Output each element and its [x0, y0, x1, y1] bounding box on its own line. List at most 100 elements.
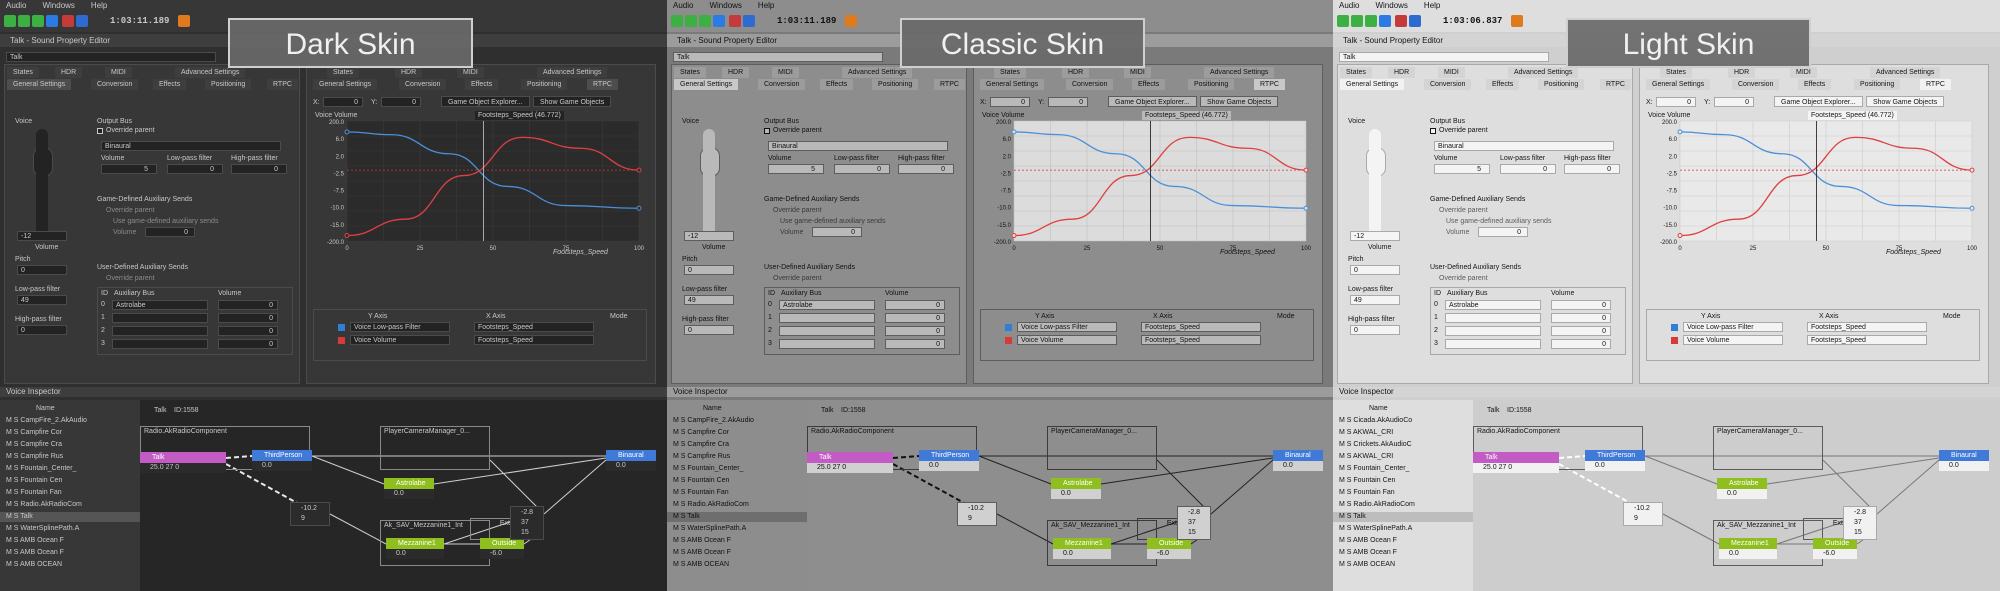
layout-icon[interactable]	[671, 15, 683, 27]
layout-icon[interactable]	[1351, 15, 1363, 27]
bus-lpf-field[interactable]: 0	[167, 164, 223, 174]
curve-point[interactable]	[1303, 205, 1309, 211]
menu-windows[interactable]: Windows	[709, 1, 741, 10]
tab-general-settings[interactable]: General Settings	[1340, 79, 1405, 90]
y-coord-field[interactable]: 0	[1714, 97, 1754, 107]
aux-row-volume[interactable]: 0	[218, 300, 278, 310]
tab-advanced-settings[interactable]: Advanced Settings	[175, 67, 246, 78]
rtpc-row-y-axis[interactable]: Voice Low-pass Filter	[350, 322, 450, 332]
show-game-objects-button[interactable]: Show Game Objects	[1866, 96, 1945, 107]
mixer-icon[interactable]	[1379, 15, 1391, 27]
voice-volume-field[interactable]: -12	[17, 231, 67, 241]
menu-audio[interactable]: Audio	[6, 1, 26, 10]
voice-volume-field[interactable]: -12	[1350, 231, 1400, 241]
aux-row-volume[interactable]: 0	[885, 339, 945, 349]
curve-point[interactable]	[1969, 205, 1975, 211]
aux-row-volume[interactable]: 0	[1551, 326, 1611, 336]
rtpc-row-y-axis[interactable]: Voice Volume	[350, 335, 450, 345]
aux-row-volume[interactable]: 0	[218, 339, 278, 349]
object-name-field[interactable]: Talk	[1339, 52, 1549, 62]
volume-slider[interactable]	[36, 129, 48, 239]
aux-row-bus[interactable]: Astrolabe	[779, 300, 875, 310]
menu-help[interactable]: Help	[91, 1, 107, 10]
x-coord-field[interactable]: 0	[323, 97, 363, 107]
game-object-explorer-button[interactable]: Game Object Explorer...	[441, 96, 530, 107]
capture-icon[interactable]	[1511, 15, 1523, 27]
highpass-field[interactable]: 0	[684, 325, 734, 335]
menu-help[interactable]: Help	[758, 1, 774, 10]
volume-slider[interactable]	[1369, 129, 1381, 239]
output-bus-field[interactable]: Binaural	[1434, 141, 1614, 151]
aux-row-bus[interactable]	[1445, 313, 1541, 323]
tab-general-settings[interactable]: General Settings	[980, 79, 1045, 90]
rtpc-row-y-axis[interactable]: Voice Volume	[1683, 335, 1783, 345]
tab-midi[interactable]: MIDI	[1790, 67, 1817, 78]
tab-conversion[interactable]: Conversion	[1424, 79, 1472, 90]
menu-windows[interactable]: Windows	[42, 1, 74, 10]
player-camera-group[interactable]: PlayerCameraManager_0...	[1047, 426, 1157, 470]
player-camera-group[interactable]: PlayerCameraManager_0...	[1713, 426, 1823, 470]
tab-effects[interactable]: Effects	[1798, 79, 1832, 90]
capture-icon[interactable]	[178, 15, 190, 27]
tab-rtpc[interactable]: RTPC	[1254, 79, 1285, 90]
tab-positioning[interactable]: Positioning	[1188, 79, 1235, 90]
curve-point[interactable]	[636, 205, 642, 211]
pitch-field[interactable]: 0	[684, 265, 734, 275]
tab-rtpc[interactable]: RTPC	[1600, 79, 1631, 90]
tab-general-settings[interactable]: General Settings	[7, 79, 72, 90]
curve-point[interactable]	[1969, 167, 1975, 173]
rtpc-row-x-axis[interactable]: Footsteps_Speed	[474, 335, 594, 345]
curve-point[interactable]	[1011, 233, 1017, 239]
tab-conversion[interactable]: Conversion	[758, 79, 806, 90]
bus-hpf-field[interactable]: 0	[1564, 164, 1620, 174]
object-name-field[interactable]: Talk	[673, 52, 883, 62]
aux-row-volume[interactable]: 0	[218, 313, 278, 323]
curve-point[interactable]	[636, 167, 642, 173]
tab-midi[interactable]: MIDI	[1438, 67, 1465, 78]
tab-advanced-settings[interactable]: Advanced Settings	[537, 67, 608, 78]
tab-states[interactable]: States	[1340, 67, 1372, 78]
tab-positioning[interactable]: Positioning	[872, 79, 919, 90]
menu-audio[interactable]: Audio	[1339, 1, 1359, 10]
tab-midi[interactable]: MIDI	[1124, 67, 1151, 78]
lowpass-field[interactable]: 49	[684, 295, 734, 305]
aux-row-volume[interactable]: 0	[885, 300, 945, 310]
tab-midi[interactable]: MIDI	[772, 67, 799, 78]
curve-point[interactable]	[1677, 129, 1683, 135]
voice-graph-canvas[interactable]: Talk ID:1558 Radio.AkRadioComponent Play…	[1473, 400, 2000, 591]
link-icon[interactable]	[76, 15, 88, 27]
aux-row-bus[interactable]	[112, 313, 208, 323]
tab-effects[interactable]: Effects	[820, 79, 854, 90]
curve-point[interactable]	[1303, 167, 1309, 173]
game-object-explorer-button[interactable]: Game Object Explorer...	[1108, 96, 1197, 107]
aux-row-bus[interactable]: Astrolabe	[112, 300, 208, 310]
profiler-icon[interactable]	[729, 15, 741, 27]
tab-conversion[interactable]: Conversion	[91, 79, 139, 90]
rtpc-graph[interactable]: Voice Volume Footsteps_Speed Footsteps_S…	[980, 111, 1312, 259]
rtpc-graph[interactable]: Voice Volume Footsteps_Speed Footsteps_S…	[313, 111, 645, 259]
bus-hpf-field[interactable]: 0	[898, 164, 954, 174]
show-game-objects-button[interactable]: Show Game Objects	[533, 96, 612, 107]
bus-lpf-field[interactable]: 0	[834, 164, 890, 174]
player-camera-group[interactable]: PlayerCameraManager_0...	[380, 426, 490, 470]
rtpc-curve-canvas[interactable]: 200.0 6.0 2.0 -2.5 -7.5 -10.0 -15.0 -200.00 25 50…	[1646, 111, 1978, 259]
object-name-field[interactable]: Talk	[6, 52, 216, 62]
gd-volume-field[interactable]: 0	[1478, 227, 1528, 237]
aux-row-bus[interactable]	[112, 326, 208, 336]
tab-advanced-settings[interactable]: Advanced Settings	[1204, 67, 1275, 78]
game-object-explorer-button[interactable]: Game Object Explorer...	[1774, 96, 1863, 107]
voice-graph-canvas[interactable]: Talk ID:1558 Radio.AkRadioComponent Play…	[807, 400, 1333, 591]
highpass-field[interactable]: 0	[1350, 325, 1400, 335]
show-game-objects-button[interactable]: Show Game Objects	[1200, 96, 1279, 107]
rtpc-curve-canvas[interactable]: 200.0 6.0 2.0 -2.5 -7.5 -10.0 -15.0 -200.00 25 50…	[980, 111, 1312, 259]
tab-rtpc[interactable]: RTPC	[267, 79, 298, 90]
tab-states[interactable]: States	[674, 67, 706, 78]
curve-point[interactable]	[1011, 129, 1017, 135]
capture-icon[interactable]	[845, 15, 857, 27]
gd-volume-field[interactable]: 0	[812, 227, 862, 237]
highpass-field[interactable]: 0	[17, 325, 67, 335]
tab-conversion[interactable]: Conversion	[1066, 79, 1114, 90]
layout-icon[interactable]	[685, 15, 697, 27]
aux-row-bus[interactable]	[1445, 339, 1541, 349]
rtpc-row-y-axis[interactable]: Voice Volume	[1017, 335, 1117, 345]
